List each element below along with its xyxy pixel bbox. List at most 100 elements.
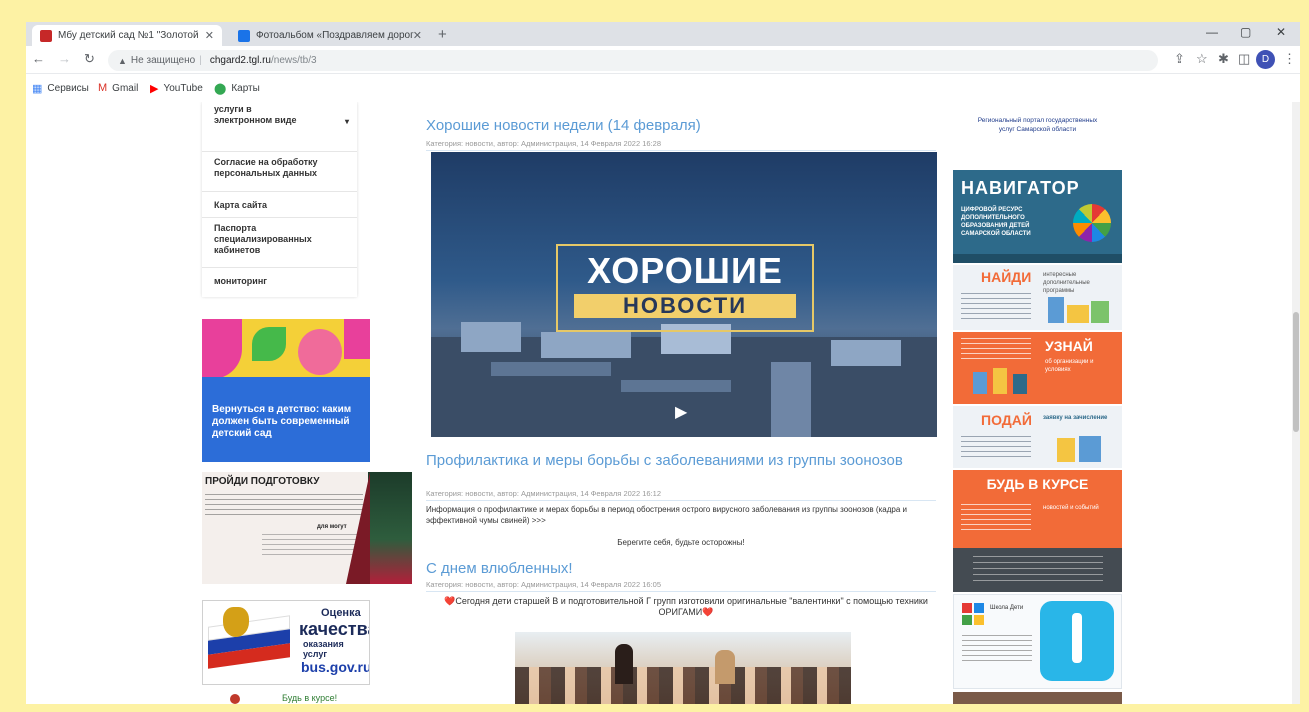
buildings-icon [1067, 305, 1089, 323]
building-shape [621, 380, 731, 392]
bookmark-apps[interactable]: ▦ Сервисы [32, 82, 89, 95]
profile-avatar[interactable]: D [1256, 50, 1275, 69]
bookmark-youtube[interactable]: ▶ YouTube [150, 82, 203, 95]
minimize-icon[interactable]: — [1206, 25, 1218, 39]
banner-lines-2 [262, 534, 362, 556]
bookmark-star-icon[interactable]: ☆ [1196, 51, 1208, 67]
youtube-icon: ▶ [150, 83, 159, 95]
play-icon[interactable]: ▶ [675, 402, 687, 422]
banner-title: НАВИГАТОР [961, 178, 1080, 198]
restore-icon[interactable]: ▢ [1240, 25, 1251, 39]
menu-item-monitoring[interactable]: мониторинг [202, 268, 357, 294]
banner-title: НАЙДИ [981, 269, 1032, 285]
coat-of-arms-icon [223, 607, 249, 637]
bookmark-gmail[interactable]: M Gmail [98, 82, 138, 94]
close-tab-icon[interactable]: ✕ [205, 29, 214, 42]
menu-item-consent[interactable]: Согласие на обработку персональных данны… [202, 152, 357, 192]
tab-photo-album[interactable]: Фотоальбом «Поздравляем дорог ✕ [230, 25, 430, 46]
menu-item-label: мониторинг [214, 276, 268, 286]
banner-vaccine[interactable]: Школа Дети [953, 594, 1122, 689]
menu-item-label: услуги в электронном виде [214, 104, 297, 125]
banner-sub: для могут [317, 524, 347, 530]
menu-icon[interactable]: ⋮ [1283, 51, 1296, 67]
side-panel-icon[interactable]: ◫ [1238, 51, 1250, 67]
url-bar[interactable]: ▲ Не защищено | chgard2.tgl.ru /news/tb/… [108, 50, 1158, 71]
buildings-icon [1048, 297, 1064, 323]
menu-item-sitemap[interactable]: Карта сайта [202, 192, 357, 218]
close-tab-icon[interactable]: ✕ [413, 29, 422, 42]
back-icon[interactable]: ← [32, 51, 45, 66]
article-text: ❤️Сегодня дети старшей В и подготовитель… [444, 596, 928, 617]
banner-childhood[interactable]: Вернуться в детство: каким должен быть с… [202, 319, 370, 462]
tab-title: Мбу детский сад №1 "Золотой [58, 30, 199, 41]
banner-busgov[interactable]: Оценка качества оказания услуг bus.gov.r… [202, 600, 370, 685]
banner-site: bus.gov.ru [301, 659, 370, 675]
close-window-icon[interactable]: ✕ [1276, 25, 1286, 39]
new-tab-button[interactable]: + [438, 26, 447, 43]
building-shape [831, 340, 901, 366]
scrollbar[interactable] [1292, 102, 1300, 704]
coat-of-arms-small-icon [230, 694, 240, 704]
banner-bottom[interactable]: Будь в курсе! [202, 692, 370, 704]
photo-teacher-2 [715, 650, 735, 684]
banner-bud-v-kurse[interactable]: БУДЬ В КУРСЕ новостей и событий [953, 470, 1122, 592]
navigator-wheel-icon [1073, 204, 1111, 242]
bookmark-maps[interactable]: ⬤ Карты [214, 82, 260, 95]
share-icon[interactable]: ⇪ [1174, 51, 1185, 67]
article-closing: Берегите себя, будьте осторожны! [617, 538, 745, 547]
apps-icon: ▦ [32, 83, 43, 95]
banner-title: Школа Дети [990, 605, 1024, 611]
news-video-thumbnail[interactable]: ХОРОШИЕ НОВОСТИ ▶ [431, 152, 937, 437]
logo-squares-icon [962, 603, 972, 613]
uznai-lines [961, 338, 1031, 360]
album-favicon-icon [238, 29, 250, 42]
banner-podai[interactable]: ПОДАЙ заявку на зачисление [953, 406, 1122, 468]
banner-bottom-right[interactable] [953, 692, 1122, 704]
banner-gosuslugi[interactable]: Региональный портал государственных услу… [953, 110, 1122, 154]
menu-item-cabinets[interactable]: Паспорта специализированных кабинетов [202, 218, 357, 268]
building-shape [541, 332, 631, 358]
banner-text: Будь в курсе! [282, 693, 338, 703]
russia-flag-icon [208, 615, 290, 669]
banner-naydi[interactable]: НАЙДИ интересные дополнительные программ… [953, 265, 1122, 330]
bookmark-label: Gmail [112, 82, 139, 94]
banner-title: УЗНАЙ [1045, 338, 1093, 354]
building-shape [491, 362, 611, 376]
building-shape [461, 322, 521, 352]
maps-icon: ⬤ [214, 83, 227, 95]
article-title[interactable]: Хорошие новости недели (14 февраля) [426, 117, 936, 134]
article-photo[interactable] [515, 632, 851, 704]
banner-lines [205, 494, 363, 518]
podai-lines [961, 436, 1031, 460]
kurse-footer-lines [973, 556, 1103, 584]
photo-teacher [615, 644, 633, 684]
naydi-lines [961, 293, 1031, 321]
forward-icon[interactable]: → [58, 51, 71, 66]
url-host: chgard2.tgl.ru [209, 55, 271, 66]
tab-kindergarten[interactable]: Мбу детский сад №1 "Золотой ✕ [32, 25, 222, 46]
menu-item-label: Согласие на обработку персональных данны… [214, 157, 318, 178]
menu-item-e-services[interactable]: услуги в электронном виде ▾ [202, 102, 357, 152]
banner-training[interactable]: ПРОЙДИ ПОДГОТОВКУ для могут [202, 472, 412, 584]
banner-green-panel [368, 472, 412, 584]
banner-navigator[interactable]: НАВИГАТОР ЦИФРОВОЙ РЕСУРС ДОПОЛНИТЕЛЬНОГ… [953, 170, 1122, 263]
article-title[interactable]: Профилактика и меры борьбы с заболевания… [426, 452, 936, 469]
warning-icon: ▲ [118, 55, 127, 66]
web-page: услуги в электронном виде ▾ Согласие на … [26, 102, 1300, 704]
reload-icon[interactable]: ↻ [84, 51, 95, 67]
bookmark-label: YouTube [163, 83, 203, 94]
browser-window: Мбу детский сад №1 "Золотой ✕ Фотоальбом… [26, 22, 1300, 704]
navigator-footer [953, 254, 1122, 263]
caret-down-icon: ▾ [344, 117, 349, 126]
banner-title: ПРОЙДИ ПОДГОТОВКУ [205, 476, 320, 487]
scrollbar-thumb[interactable] [1293, 312, 1299, 432]
banner-uznai[interactable]: УЗНАЙ об организации и условиях [953, 332, 1122, 404]
banner-sub: заявку на зачисление [1043, 415, 1108, 421]
address-toolbar: ← → ↻ ▲ Не защищено | chgard2.tgl.ru /ne… [26, 46, 1300, 74]
banner-text: Региональный портал государственных услу… [977, 117, 1098, 133]
article-title[interactable]: С днем влюбленных! [426, 560, 936, 577]
extensions-icon[interactable]: ✱ [1218, 51, 1229, 67]
site-favicon-icon [40, 29, 52, 42]
people-icon [993, 368, 1007, 394]
left-menu: услуги в электронном виде ▾ Согласие на … [202, 102, 357, 297]
